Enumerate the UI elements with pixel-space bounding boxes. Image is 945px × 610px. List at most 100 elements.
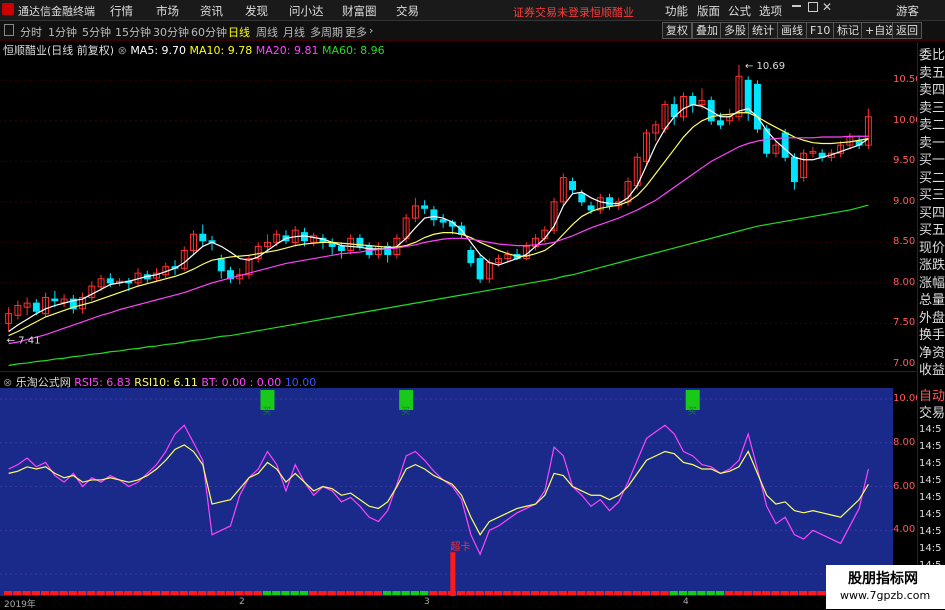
period-5min[interactable]: 5分钟	[82, 24, 111, 40]
signal-strip-cell	[151, 591, 161, 595]
signal-strip-cell	[503, 591, 512, 595]
tool-biaoji[interactable]: 标记	[833, 22, 863, 39]
period-multi[interactable]: 多周期	[310, 24, 343, 40]
period-30min[interactable]: 30分钟	[153, 24, 189, 40]
signal-strip-cell	[114, 591, 124, 595]
signal-strip-cell	[364, 591, 373, 595]
candle-body	[476, 258, 484, 280]
collapse-icon[interactable]	[4, 24, 14, 36]
side-panel-item[interactable]: 总量	[919, 289, 945, 308]
signal-strip-cell	[355, 591, 364, 595]
period-weekly[interactable]: 周线	[256, 24, 278, 40]
guest-label[interactable]: 游客	[896, 3, 919, 19]
signal-strip-cell	[309, 591, 318, 595]
minimize-icon[interactable]	[792, 5, 801, 7]
side-panel-item[interactable]: 卖三	[919, 97, 945, 116]
date-label-2019: 2019年	[4, 600, 36, 610]
title-bar: 通达信金融终端 行情 市场 资讯 发现 问小达 财富圈 交易 证券交易未登录 恒…	[0, 0, 945, 21]
candle-body	[421, 205, 429, 209]
chevron-right-icon[interactable]: ›	[369, 24, 373, 37]
side-panel-item[interactable]: 现价	[919, 237, 945, 256]
menu-xuanxiang[interactable]: 选项	[759, 3, 782, 19]
menu-wenxiaoda[interactable]: 问小达	[289, 3, 324, 19]
side-panel-indicator-item[interactable]: 交易	[919, 402, 945, 421]
menu-jiaoyi[interactable]: 交易	[396, 3, 419, 19]
signal-strip-cell	[318, 591, 327, 595]
date-label-feb: 2	[239, 597, 245, 607]
high-price-label: ← 10.69	[745, 61, 785, 72]
tool-diejia[interactable]: 叠加	[692, 22, 722, 39]
side-panel-item[interactable]: 买四	[919, 202, 945, 221]
signal-strip-cell	[216, 591, 225, 595]
tick-time-label: 14:5	[919, 458, 942, 469]
signal-strip-cell	[669, 591, 678, 595]
side-panel-item[interactable]: 外盘	[919, 307, 945, 326]
candle-body	[753, 83, 761, 130]
candle-body	[430, 209, 438, 221]
side-panel-item[interactable]: 买一	[919, 149, 945, 168]
side-panel-item[interactable]: 换手	[919, 324, 945, 343]
tick-time-label: 14:5	[919, 543, 942, 554]
signal-strip-cell	[743, 591, 752, 595]
menu-zixun[interactable]: 资讯	[200, 3, 223, 19]
period-fenshi[interactable]: 分时	[20, 24, 42, 40]
signal-strip-cell	[59, 591, 68, 595]
signal-strip-cell	[401, 591, 410, 595]
tool-fanhui[interactable]: 返回	[892, 22, 922, 39]
buy-signal-label: 买	[688, 406, 697, 417]
period-15min[interactable]: 15分钟	[115, 24, 151, 40]
side-panel-item[interactable]: 买五	[919, 219, 945, 238]
close-icon[interactable]: ✕	[822, 0, 832, 14]
signal-strip-cell	[632, 591, 641, 595]
side-panel-item[interactable]: 买三	[919, 184, 945, 203]
ma-line-ma5	[8, 103, 869, 332]
tool-fuquan[interactable]: 复权	[662, 22, 692, 39]
menu-banmian[interactable]: 版面	[697, 3, 720, 19]
tick-time-label: 14:5	[919, 475, 942, 486]
side-panel-item[interactable]: 卖五	[919, 62, 945, 81]
period-60min[interactable]: 60分钟	[191, 24, 227, 40]
side-panel-item[interactable]: 卖一	[919, 132, 945, 151]
period-more[interactable]: 更多	[345, 24, 367, 40]
tool-huaxian[interactable]: 画线	[777, 22, 807, 39]
menu-gongshi[interactable]: 公式	[728, 3, 751, 19]
candle-body	[578, 193, 586, 203]
signal-strip-cell	[4, 591, 13, 595]
candle-body	[606, 197, 613, 207]
signal-strip-cell	[198, 591, 207, 595]
period-daily[interactable]: 日线	[228, 24, 250, 40]
menu-faxian[interactable]: 发现	[245, 3, 268, 19]
tool-duogu[interactable]: 多股	[720, 22, 750, 39]
side-panel-item[interactable]: 卖四	[919, 79, 945, 98]
signal-strip-cell	[383, 591, 392, 595]
signal-strip-cell	[641, 591, 651, 595]
maximize-icon[interactable]	[808, 2, 818, 12]
tool-f10[interactable]: F10	[806, 22, 835, 39]
side-panel-item[interactable]: 买二	[919, 167, 945, 186]
signal-strip-cell	[475, 591, 484, 595]
signal-strip-cell	[392, 591, 401, 595]
candle-body	[51, 298, 59, 302]
side-panel-item[interactable]: 卖二	[919, 114, 945, 133]
tool-tongji[interactable]: 统计	[748, 22, 778, 39]
signal-strip-cell	[752, 591, 762, 595]
rsi-indicator-chart[interactable]: 买 买 买超卡	[0, 388, 893, 596]
menu-hangqing[interactable]: 行情	[110, 3, 133, 19]
signal-strip-cell	[725, 591, 734, 595]
signal-strip-cell	[660, 591, 669, 595]
candlestick-chart[interactable]: ← 10.69 ← 7.41	[0, 56, 893, 372]
side-panel-item[interactable]: 收益	[919, 359, 945, 378]
menu-caifuquan[interactable]: 财富圈	[342, 3, 377, 19]
signal-strip-cell	[651, 591, 660, 595]
tick-time-label: 14:5	[919, 526, 942, 537]
trade-login-warning[interactable]: 证券交易未登录	[513, 4, 590, 20]
period-1min[interactable]: 1分钟	[48, 24, 77, 40]
period-monthly[interactable]: 月线	[283, 24, 305, 40]
side-panel-item[interactable]: 委比	[919, 44, 945, 63]
side-panel-item[interactable]: 净资	[919, 342, 945, 361]
menu-gongneng[interactable]: 功能	[665, 3, 688, 19]
signal-strip-cell	[161, 591, 170, 595]
menu-shichang[interactable]: 市场	[156, 3, 179, 19]
side-panel-item[interactable]: 涨幅	[919, 272, 945, 291]
side-panel-item[interactable]: 涨跌	[919, 254, 945, 273]
